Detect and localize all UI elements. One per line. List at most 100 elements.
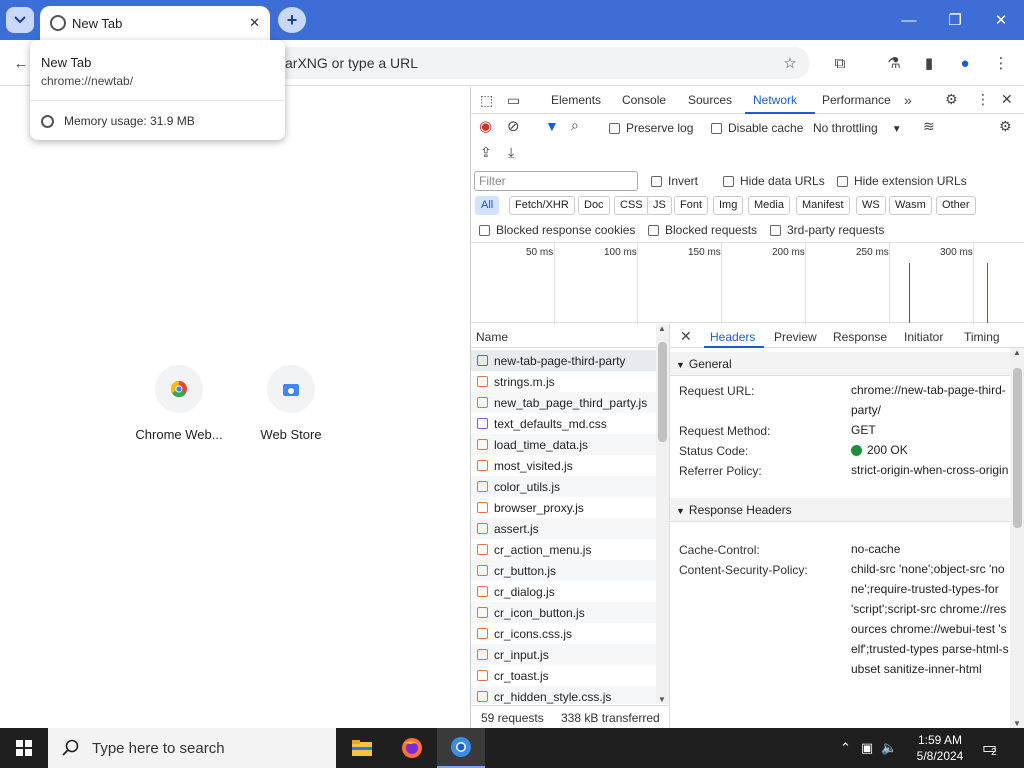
tab-performance[interactable]: Performance — [822, 93, 891, 107]
close-icon[interactable]: ✕ — [249, 15, 260, 31]
tab-elements[interactable]: Elements — [551, 93, 601, 107]
inspect-element-icon[interactable]: ⬚ — [480, 93, 493, 107]
new-tab-button[interactable]: + — [278, 7, 306, 33]
request-row[interactable]: assert.js — [471, 518, 656, 539]
tab-preview[interactable]: Preview — [774, 330, 817, 344]
volume-muted-icon[interactable]: 🔈 — [881, 740, 897, 756]
request-list-scrollbar[interactable]: ▲ ▼ — [656, 324, 669, 704]
third-party-requests-checkbox[interactable]: 3rd-party requests — [770, 223, 884, 237]
chip-fetch-xhr[interactable]: Fetch/XHR — [509, 196, 575, 215]
close-details-icon[interactable]: ✕ — [680, 329, 692, 343]
scroll-down-arrow-icon[interactable]: ▼ — [1013, 719, 1021, 728]
extensions-icon[interactable]: ⧉ — [827, 50, 853, 76]
tab-search-button[interactable] — [6, 7, 34, 33]
chip-ws[interactable]: WS — [856, 196, 886, 215]
more-options-icon[interactable]: ⋮ — [976, 92, 990, 106]
request-row[interactable]: cr_icon_button.js — [471, 602, 656, 623]
network-icon[interactable]: ▣ — [861, 740, 873, 756]
tab-headers[interactable]: Headers — [710, 330, 755, 344]
shortcut-chrome-web-store[interactable]: Chrome Web... — [124, 365, 234, 442]
network-timeline-overview[interactable]: 50 ms 100 ms 150 ms 200 ms 250 ms 300 ms — [471, 242, 1024, 324]
request-row[interactable]: strings.m.js — [471, 371, 656, 392]
close-devtools-icon[interactable]: ✕ — [1001, 92, 1013, 106]
profile-icon[interactable]: ● — [952, 50, 978, 76]
more-tabs-chevron-icon[interactable]: » — [904, 93, 912, 107]
request-row[interactable]: load_time_data.js — [471, 434, 656, 455]
request-row[interactable]: cr_input.js — [471, 644, 656, 665]
filter-funnel-icon[interactable]: ▼ — [545, 119, 559, 133]
tab-timing[interactable]: Timing — [964, 330, 1000, 344]
request-row[interactable]: cr_action_menu.js — [471, 539, 656, 560]
request-row[interactable]: most_visited.js — [471, 455, 656, 476]
chrome-taskbar-button[interactable] — [437, 728, 485, 768]
scrollbar-thumb[interactable] — [658, 342, 667, 442]
file-explorer-button[interactable] — [338, 728, 386, 768]
close-window-button[interactable]: ✕ — [978, 0, 1024, 40]
request-row[interactable]: new_tab_page_third_party.js — [471, 392, 656, 413]
tab-initiator[interactable]: Initiator — [904, 330, 943, 344]
request-row[interactable]: color_utils.js — [471, 476, 656, 497]
minimize-button[interactable]: — — [886, 0, 932, 40]
menu-kebab-icon[interactable]: ⋮ — [988, 50, 1014, 76]
chip-other[interactable]: Other — [936, 196, 976, 215]
tab-new-tab[interactable]: New Tab ✕ — [40, 6, 270, 40]
shortcut-web-store[interactable]: Web Store — [236, 365, 346, 442]
bookmark-star-icon[interactable]: ☆ — [777, 50, 803, 76]
request-row[interactable]: text_defaults_md.css — [471, 413, 656, 434]
chip-media[interactable]: Media — [748, 196, 790, 215]
request-row[interactable]: cr_hidden_style.css.js — [471, 686, 656, 704]
network-conditions-icon[interactable]: ≋ — [923, 119, 935, 133]
request-row[interactable]: cr_button.js — [471, 560, 656, 581]
scrollbar-thumb[interactable] — [1013, 368, 1022, 528]
request-row[interactable]: cr_dialog.js — [471, 581, 656, 602]
taskbar-search[interactable]: Type here to search — [48, 728, 336, 768]
restore-button[interactable]: ❐ — [932, 0, 978, 40]
chip-js[interactable]: JS — [647, 196, 672, 215]
throttling-select[interactable]: No throttling ▼ — [813, 121, 902, 135]
disable-cache-checkbox[interactable]: Disable cache — [711, 121, 803, 135]
scroll-down-arrow-icon[interactable]: ▼ — [658, 695, 666, 704]
notifications-button[interactable]: ▭ 2 — [982, 728, 997, 768]
tab-sources[interactable]: Sources — [688, 93, 732, 107]
import-har-icon[interactable]: ⇪ — [480, 145, 492, 159]
chip-manifest[interactable]: Manifest — [796, 196, 850, 215]
device-toolbar-icon[interactable]: ▭ — [507, 93, 520, 107]
request-row[interactable]: browser_proxy.js — [471, 497, 656, 518]
scroll-up-arrow-icon[interactable]: ▲ — [658, 324, 666, 333]
request-row[interactable]: cr_icons.css.js — [471, 623, 656, 644]
invert-checkbox[interactable]: Invert — [651, 174, 698, 188]
tab-network[interactable]: Network — [753, 93, 797, 107]
tab-response[interactable]: Response — [833, 330, 887, 344]
chip-font[interactable]: Font — [674, 196, 709, 215]
chip-doc[interactable]: Doc — [578, 196, 610, 215]
chip-img[interactable]: Img — [713, 196, 744, 215]
firefox-button[interactable] — [388, 728, 436, 768]
clear-icon[interactable]: ⊘ — [507, 119, 520, 134]
chevron-up-icon[interactable]: ⌃ — [840, 740, 851, 756]
tab-console[interactable]: Console — [622, 93, 666, 107]
general-section-header[interactable]: ▼ General — [670, 352, 1010, 376]
settings-gear-icon[interactable]: ⚙ — [945, 92, 958, 106]
export-har-icon[interactable]: ⤓ — [508, 145, 514, 159]
search-icon[interactable]: ⌕ — [571, 118, 579, 132]
blocked-response-cookies-checkbox[interactable]: Blocked response cookies — [479, 223, 635, 237]
hide-extension-urls-checkbox[interactable]: Hide extension URLs — [837, 174, 967, 188]
request-row[interactable]: new-tab-page-third-party — [471, 350, 656, 371]
blocked-requests-checkbox[interactable]: Blocked requests — [648, 223, 757, 237]
taskbar-clock[interactable]: 1:59 AM 5/8/2024 — [906, 732, 974, 764]
filter-input[interactable]: Filter — [474, 171, 638, 191]
chip-css[interactable]: CSS — [614, 196, 649, 215]
hide-data-urls-checkbox[interactable]: Hide data URLs — [723, 174, 825, 188]
network-settings-gear-icon[interactable]: ⚙ — [999, 119, 1012, 133]
details-scrollbar[interactable]: ▲ ▼ — [1010, 348, 1024, 728]
record-stop-icon[interactable]: ◉ — [479, 119, 492, 134]
side-panel-icon[interactable]: ▮ — [916, 50, 942, 76]
start-button[interactable] — [0, 728, 48, 768]
name-column-header[interactable]: Name — [476, 330, 508, 344]
response-headers-section-header[interactable]: ▼ Response Headers — [670, 498, 1010, 522]
preserve-log-checkbox[interactable]: Preserve log — [609, 121, 693, 135]
labs-flask-icon[interactable]: ⚗ — [881, 50, 907, 76]
chip-all[interactable]: All — [475, 196, 500, 215]
scroll-up-arrow-icon[interactable]: ▲ — [1013, 348, 1021, 357]
chip-wasm[interactable]: Wasm — [889, 196, 932, 215]
